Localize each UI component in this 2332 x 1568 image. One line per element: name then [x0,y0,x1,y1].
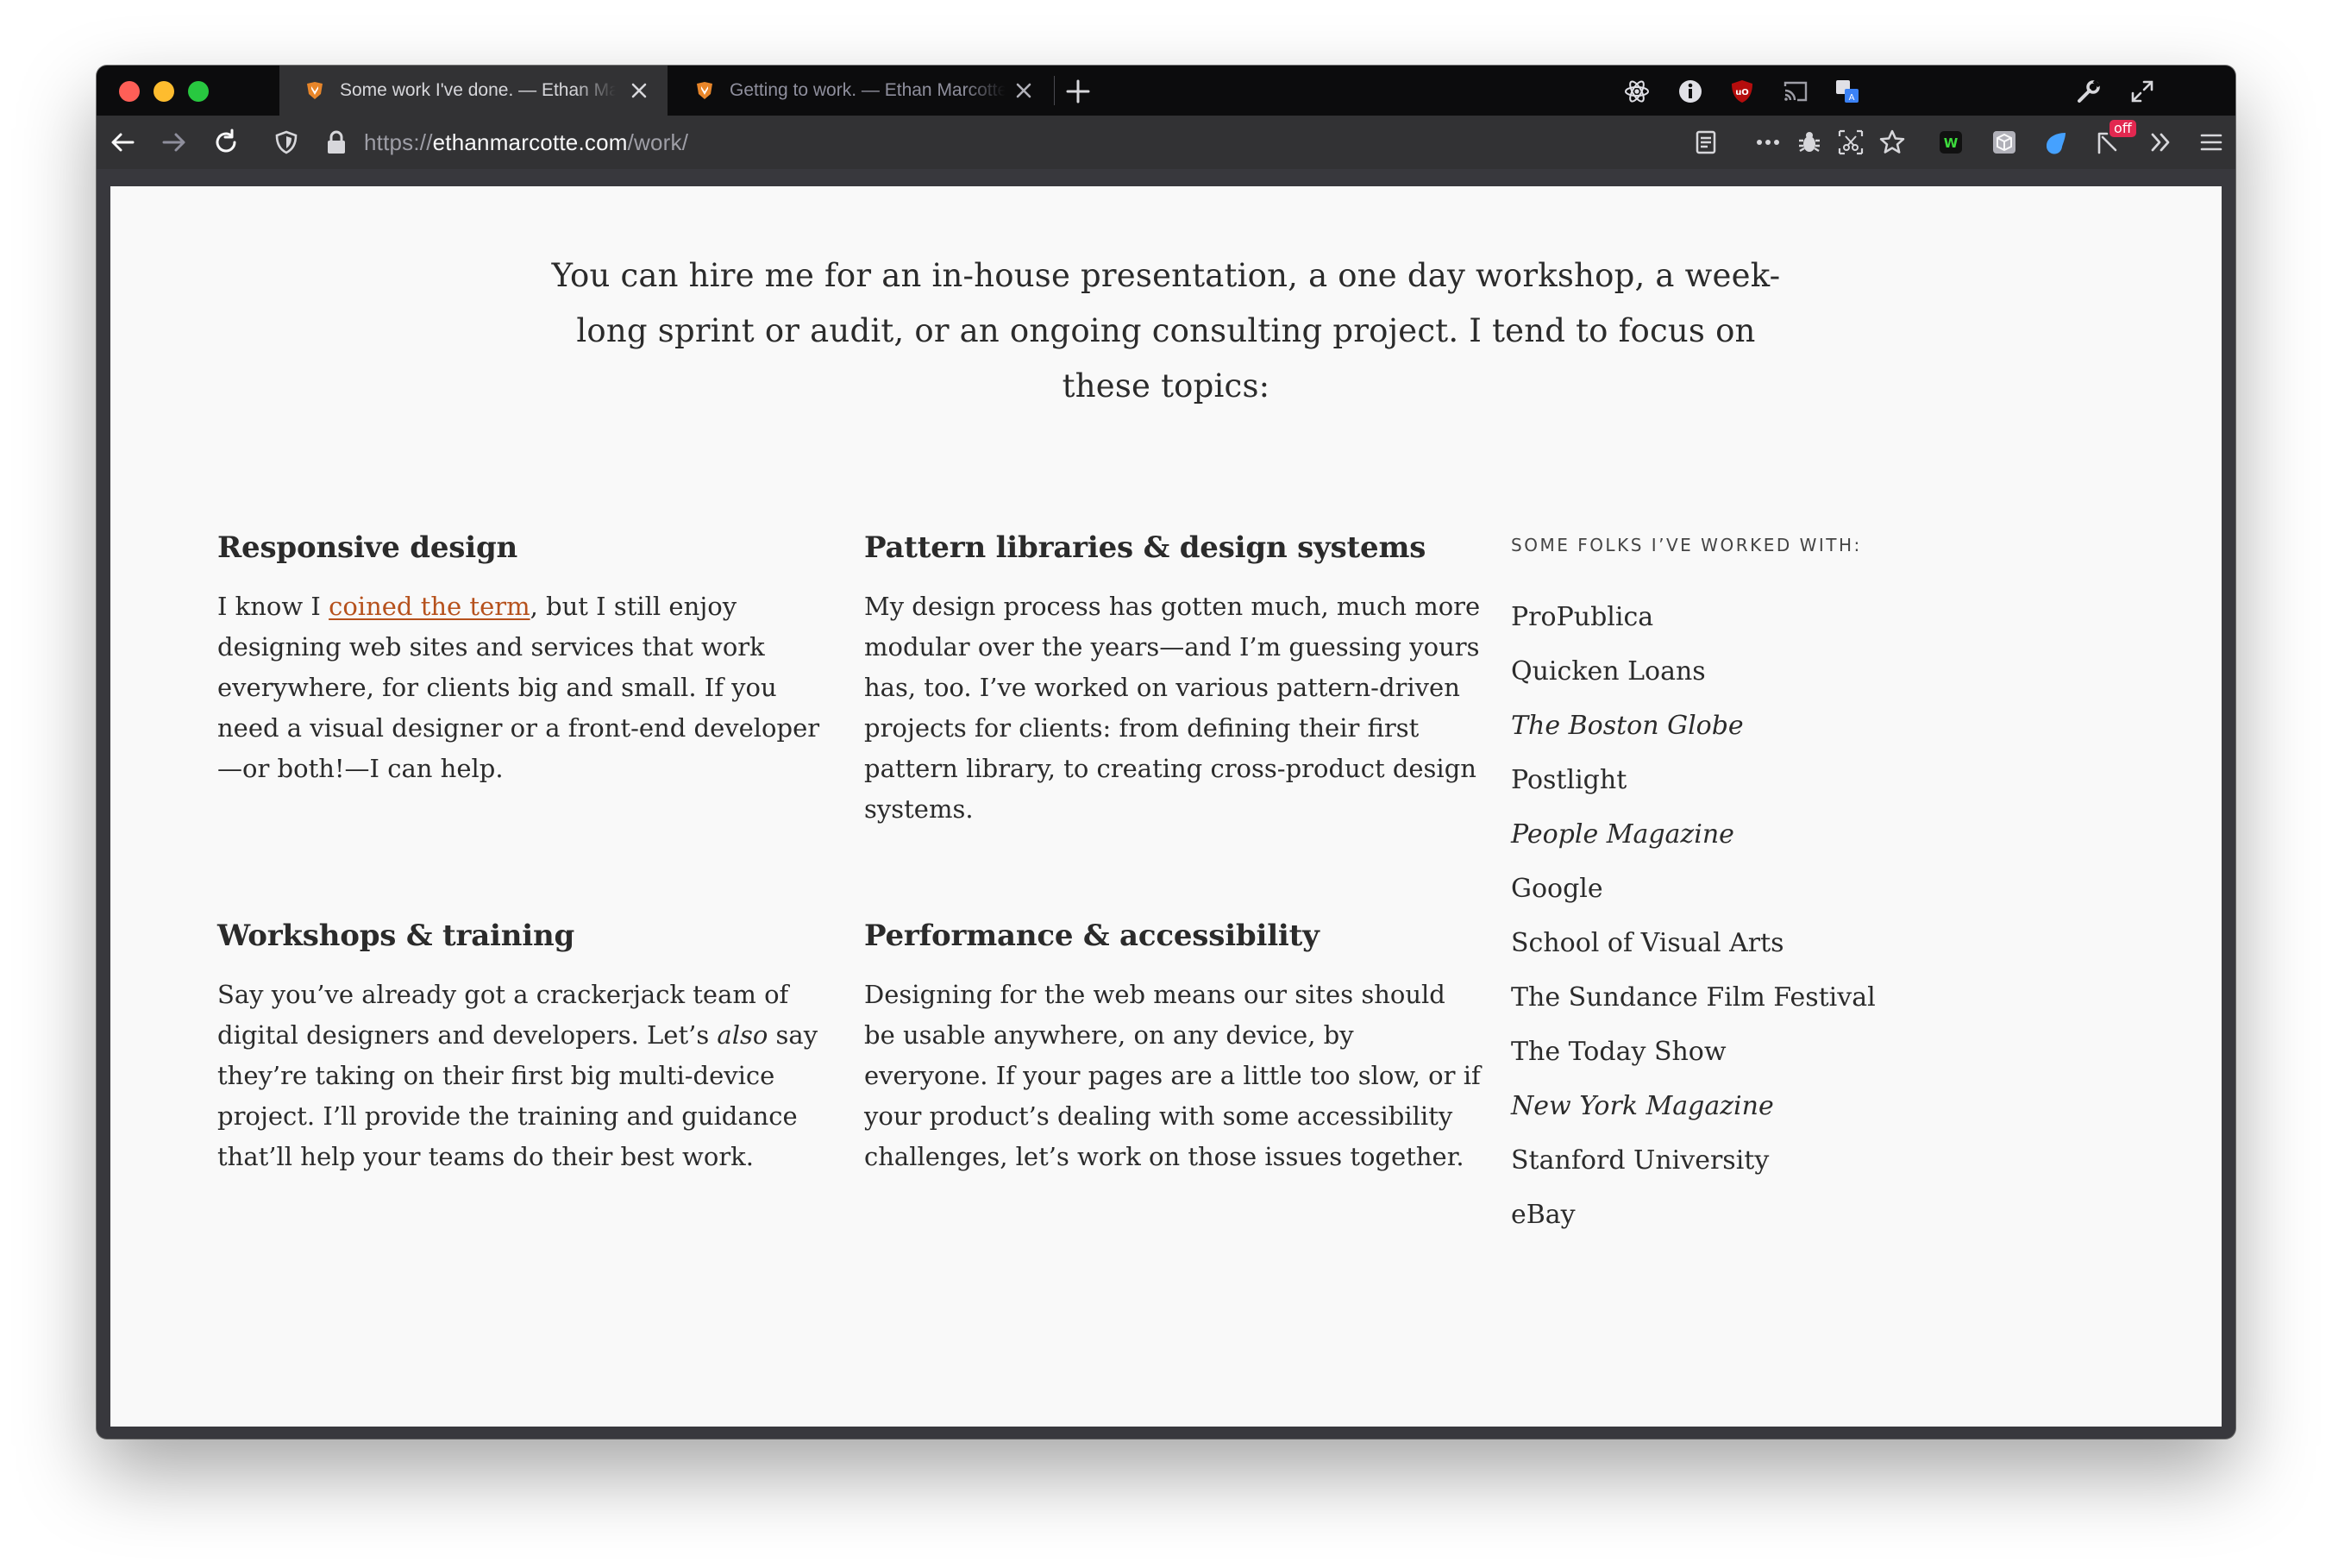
cast-icon[interactable] [1782,78,1809,105]
page-viewport: You can hire me for an in-house presenta… [110,186,2222,1427]
zoom-window-button[interactable] [188,81,209,102]
tab-title: Getting to work. — Ethan Marcotte [730,80,1006,100]
tab-some-work[interactable]: Some work I've done. — Ethan Marcotte [279,66,668,116]
wrench-icon[interactable] [2075,78,2103,105]
url-scheme: https:// [364,129,433,155]
tab-strip: Some work I've done. — Ethan Marcotte Ge… [97,66,2235,116]
coined-the-term-link[interactable]: coined the term [329,592,530,621]
client-item: Postlight [1511,765,1627,795]
section-pattern-libraries: Pattern libraries & design systems My de… [864,528,1482,830]
hamburger-menu-icon[interactable] [2197,129,2225,156]
client-item: ProPublica [1511,602,1654,632]
forward-icon[interactable] [160,129,188,156]
client-item: The Today Show [1511,1037,1727,1067]
client-item: eBay [1511,1200,1576,1230]
browser-window: Some work I've done. — Ethan Marcotte Ge… [97,66,2235,1439]
client-item: School of Visual Arts [1511,928,1784,958]
client-item: Google [1511,874,1603,904]
svg-text:A: A [1849,93,1855,103]
client-item: People Magazine [1511,819,1734,850]
bug-icon[interactable] [1796,129,1823,156]
intro-text: You can hire me for an in-house presenta… [551,257,1781,405]
url-bar[interactable]: https://ethanmarcotte.com/work/ [364,129,688,156]
off-badge: off [2109,120,2136,137]
url-path: /work/ [627,129,689,155]
site-favicon-icon [304,79,326,102]
water-drop-extension-icon[interactable] [2042,129,2070,156]
section-body: Designing for the web means our sites sh… [864,980,1481,1171]
site-favicon-icon [693,79,716,102]
ublock-icon[interactable]: uO [1728,78,1756,105]
overflow-chevrons-icon[interactable] [2147,129,2175,156]
section-body: My design process has gotten much, much … [864,592,1481,824]
client-item: Stanford University [1511,1145,1770,1176]
url-host: ethanmarcotte.com [432,129,628,155]
translate-icon[interactable]: A [1834,78,1861,105]
client-item: The Sundance Film Festival [1511,982,1876,1013]
w-extension-label: W [1944,135,1959,151]
section-heading: Workshops & training [217,919,575,953]
reload-icon[interactable] [212,129,240,156]
clients-label: SOME FOLKS I’VE WORKED WITH: [1511,535,1862,555]
client-item: New York Magazine [1511,1091,1774,1121]
client-item: The Boston Globe [1511,711,1744,741]
section-heading: Responsive design [217,530,518,565]
close-window-button[interactable] [119,81,140,102]
back-icon[interactable] [109,129,136,156]
tab-getting-to-work[interactable]: Getting to work. — Ethan Marcotte [669,66,1052,116]
section-heading: Performance & accessibility [864,919,1320,953]
tracking-shield-icon[interactable] [273,129,300,156]
bookmark-star-icon[interactable] [1878,129,1906,156]
section-body: I know I coined the term, but I still en… [217,592,820,783]
section-responsive-design: Responsive design I know I coined the te… [217,528,835,789]
section-body: Say you’ve already got a crackerjack tea… [217,980,818,1171]
cube-extension-icon[interactable] [1990,129,2018,156]
lock-icon[interactable] [323,129,350,156]
tab-close-icon[interactable] [628,79,650,102]
screenshot-icon[interactable] [1837,129,1865,156]
clients-list: SOME FOLKS I’VE WORKED WITH: ProPublica … [1511,533,2046,1242]
tab-separator [1054,76,1055,105]
ublock-label: uO [1735,88,1749,97]
section-workshops-training: Workshops & training Say you’ve already … [217,916,835,1177]
new-tab-icon[interactable] [1064,78,1092,105]
navigation-toolbar: https://ethanmarcotte.com/work/ W off [97,116,2235,169]
section-performance-accessibility: Performance & accessibility Designing fo… [864,916,1482,1177]
info-extension-icon[interactable] [1677,78,1704,105]
client-item: Quicken Loans [1511,656,1706,687]
tab-title: Some work I've done. — Ethan Marcotte [340,80,616,100]
page-actions-icon[interactable] [1754,129,1782,156]
w-extension-icon[interactable]: W [1937,129,1965,156]
react-devtools-icon[interactable] [1623,78,1651,105]
tab-close-icon[interactable] [1012,79,1035,102]
section-heading: Pattern libraries & design systems [864,530,1426,565]
reader-view-icon[interactable] [1692,129,1720,156]
fullscreen-icon[interactable] [2128,78,2156,105]
minimize-window-button[interactable] [154,81,174,102]
